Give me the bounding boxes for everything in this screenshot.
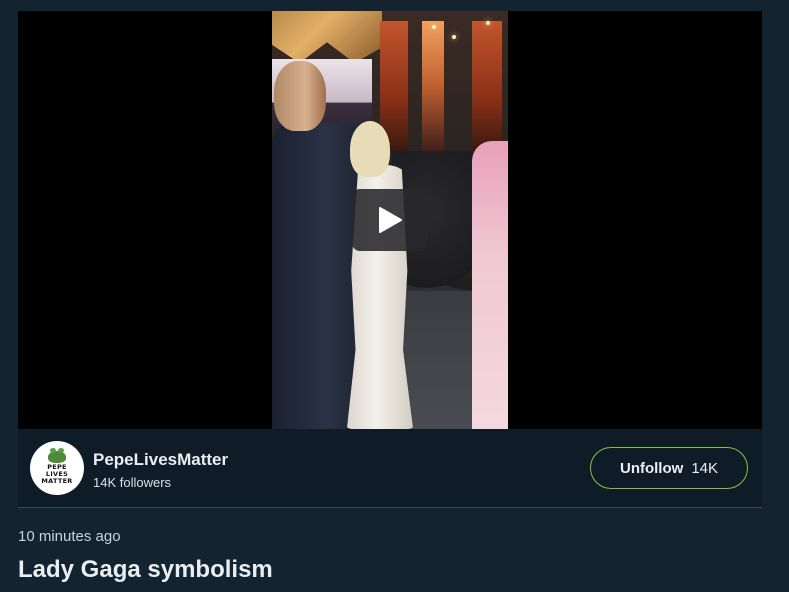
channel-bar: PEPE LIVES MATTER PepeLivesMatter 14K fo… (18, 429, 762, 508)
post-timestamp: 10 minutes ago (18, 528, 121, 545)
play-icon (379, 207, 402, 233)
person-in-pink (472, 141, 508, 429)
stage-decoration (272, 11, 382, 63)
ceiling-light (486, 21, 490, 25)
play-button[interactable] (352, 189, 428, 251)
ceiling-light (432, 25, 436, 29)
unfollow-count: 14K (691, 459, 719, 477)
ceiling-light (452, 35, 456, 39)
pepe-frog-icon (48, 448, 66, 463)
avatar-line: MATTER (41, 477, 73, 485)
channel-name[interactable]: PepeLivesMatter (93, 450, 228, 470)
follower-count: 14K followers (93, 475, 172, 490)
post-title: Lady Gaga symbolism (18, 556, 273, 583)
avatar[interactable]: PEPE LIVES MATTER (30, 441, 84, 495)
avatar-logo-text: PEPE LIVES MATTER (41, 464, 72, 485)
stage-pillar (422, 21, 444, 151)
video-player[interactable] (18, 11, 762, 429)
woman-in-white-dress (344, 121, 424, 429)
stage-pillar (472, 21, 502, 151)
unfollow-button[interactable]: Unfollow 14K (590, 447, 748, 489)
unfollow-label: Unfollow (619, 459, 684, 477)
